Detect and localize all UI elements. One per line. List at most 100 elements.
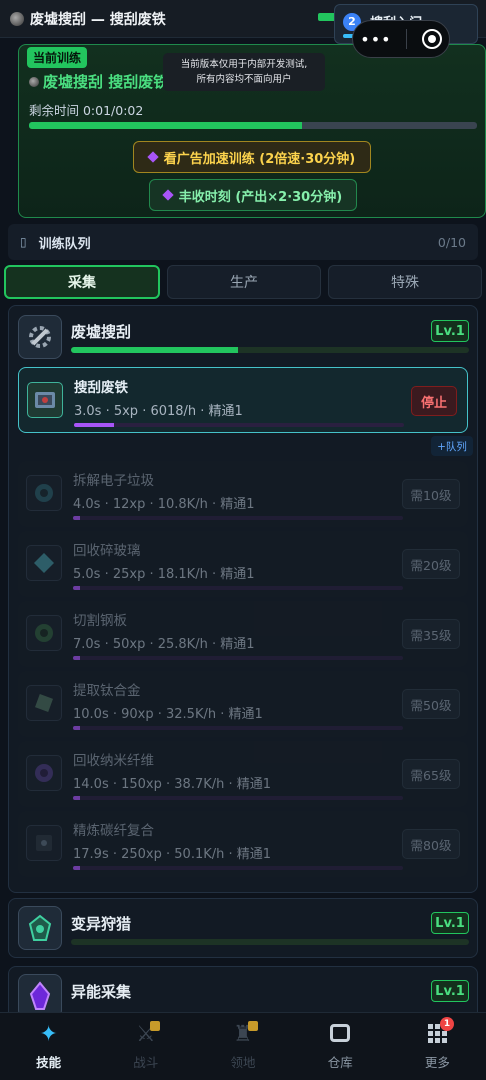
task-stats: 10.0s · 90xp · 32.5K/h · 精通1 bbox=[73, 707, 263, 722]
gem-icon bbox=[147, 151, 159, 163]
titanium-alloy-icon bbox=[26, 685, 62, 721]
tab-special[interactable]: 特殊 bbox=[328, 265, 482, 299]
harvest-time-button[interactable]: 丰收时刻 (产出×2·30分钟) bbox=[149, 179, 357, 211]
skill-xp-bar bbox=[71, 939, 469, 945]
training-queue-bar[interactable]: ▯ 训练队列 0/10 bbox=[8, 224, 478, 260]
sparkle-icon: ✦ bbox=[39, 1022, 58, 1047]
stop-button[interactable]: 停止 bbox=[411, 386, 457, 416]
skill-xp-fill bbox=[71, 347, 239, 353]
storage-icon bbox=[330, 1024, 351, 1042]
more-dots-icon[interactable]: ••• bbox=[360, 30, 391, 49]
skill-name: 异能采集 bbox=[71, 983, 132, 1001]
task-name: 提取钛合金 bbox=[73, 683, 141, 699]
skill-card-mutant-hunt[interactable]: 变异狩猎 Lv.1 bbox=[8, 898, 478, 958]
nav-battle[interactable]: ⚔ 战斗 bbox=[97, 1013, 194, 1080]
bottom-navigation: ✦ 技能 ⚔ 战斗 ♜ 领地 仓库 1 更多 bbox=[0, 1012, 486, 1080]
carbon-fiber-icon bbox=[26, 825, 62, 861]
category-tabs: 采集 生产 特殊 bbox=[4, 265, 482, 299]
tab-produce[interactable]: 生产 bbox=[167, 265, 321, 299]
skill-xp-bar bbox=[71, 347, 469, 353]
skill-name: 变异狩猎 bbox=[71, 915, 132, 933]
task-stats: 3.0s · 5xp · 6018/h · 精通1 bbox=[74, 404, 243, 419]
task-name: 回收纳米纤维 bbox=[73, 753, 154, 769]
task-progress-fill bbox=[73, 656, 80, 660]
task-progress-fill bbox=[73, 866, 80, 870]
nav-skills[interactable]: ✦ 技能 bbox=[0, 1013, 97, 1080]
wrench-gear-icon bbox=[18, 315, 62, 359]
scrap-icon bbox=[10, 11, 24, 26]
lock-icon bbox=[150, 1021, 161, 1031]
skill-level-badge: Lv.1 bbox=[431, 320, 469, 342]
broken-glass-icon bbox=[26, 545, 62, 581]
level-requirement-button[interactable]: 需10级 bbox=[402, 479, 460, 509]
task-name: 精炼碳纤复合 bbox=[73, 823, 154, 839]
steel-plate-icon bbox=[26, 615, 62, 651]
nav-territory[interactable]: ♜ 领地 bbox=[194, 1013, 291, 1080]
task-name: 切割钢板 bbox=[73, 613, 127, 629]
task-progress-bar bbox=[73, 726, 403, 730]
skill-level-badge: Lv.1 bbox=[431, 980, 469, 1002]
task-name: 搜刮废铁 bbox=[74, 380, 128, 396]
queue-label: 训练队列 bbox=[38, 236, 91, 252]
queue-count: 0/10 bbox=[437, 234, 466, 250]
skill-panel-ruins-scavenge: 废墟搜刮 Lv.1 搜刮废铁 3.0s · 5xp · 6018/h · 精通1… bbox=[8, 305, 478, 893]
task-progress-bar bbox=[73, 586, 403, 590]
expand-icon: ▯ bbox=[20, 235, 27, 249]
miniprogram-capsule: ••• bbox=[352, 20, 450, 58]
scrap-iron-icon bbox=[27, 382, 63, 418]
task-card-locked[interactable]: 回收碎玻璃 5.0s · 25xp · 18.1K/h · 精通1 需20级 bbox=[18, 531, 468, 597]
level-requirement-button[interactable]: 需35级 bbox=[402, 619, 460, 649]
dev-notice: 当前版本仅用于内部开发测试, 所有内容均不面向用户 bbox=[163, 53, 325, 91]
task-progress-bar bbox=[73, 656, 403, 660]
task-stats: 7.0s · 50xp · 25.8K/h · 精通1 bbox=[73, 637, 255, 652]
task-progress-bar bbox=[74, 423, 404, 427]
level-requirement-button[interactable]: 需50级 bbox=[402, 689, 460, 719]
task-progress-bar bbox=[73, 866, 403, 870]
task-stats: 5.0s · 25xp · 18.1K/h · 精通1 bbox=[73, 567, 255, 582]
add-to-queue-button[interactable]: +队列 bbox=[431, 436, 473, 456]
task-card-locked[interactable]: 精炼碳纤复合 17.9s · 250xp · 50.1K/h · 精通1 需80… bbox=[18, 811, 468, 877]
task-card-locked[interactable]: 切割钢板 7.0s · 50xp · 25.8K/h · 精通1 需35级 bbox=[18, 601, 468, 667]
task-card-locked[interactable]: 拆解电子垃圾 4.0s · 12xp · 10.8K/h · 精通1 需10级 bbox=[18, 461, 468, 527]
training-name: 废墟搜刮 搜刮废铁 bbox=[29, 71, 168, 92]
task-progress-fill bbox=[74, 423, 114, 427]
task-card-locked[interactable]: 提取钛合金 10.0s · 90xp · 32.5K/h · 精通1 需50级 bbox=[18, 671, 468, 737]
level-requirement-button[interactable]: 需65级 bbox=[402, 759, 460, 789]
tab-gather[interactable]: 采集 bbox=[4, 265, 160, 299]
level-requirement-button[interactable]: 需80级 bbox=[402, 829, 460, 859]
task-name: 拆解电子垃圾 bbox=[73, 473, 154, 489]
task-stats: 4.0s · 12xp · 10.8K/h · 精通1 bbox=[73, 497, 255, 512]
task-progress-fill bbox=[73, 726, 80, 730]
capsule-divider bbox=[406, 29, 408, 49]
current-training-card: 当前训练 废墟搜刮 搜刮废铁 当前版本仅用于内部开发测试, 所有内容均不面向用户… bbox=[18, 44, 486, 218]
remaining-time: 剩余时间 0:01/0:02 bbox=[29, 103, 144, 118]
nav-more[interactable]: 1 更多 bbox=[389, 1013, 486, 1080]
skill-level-badge: Lv.1 bbox=[431, 912, 469, 934]
task-progress-fill bbox=[73, 586, 80, 590]
lock-icon bbox=[247, 1021, 258, 1031]
skill-name: 废墟搜刮 bbox=[71, 323, 132, 341]
level-requirement-button[interactable]: 需20级 bbox=[402, 549, 460, 579]
task-progress-fill bbox=[73, 796, 80, 800]
task-stats: 14.0s · 150xp · 38.7K/h · 精通1 bbox=[73, 777, 272, 792]
claw-icon bbox=[18, 906, 62, 950]
notification-badge: 1 bbox=[440, 1017, 455, 1031]
task-card[interactable]: 搜刮废铁 3.0s · 5xp · 6018/h · 精通1 停止 bbox=[18, 367, 468, 433]
nano-fiber-icon bbox=[26, 755, 62, 791]
electronic-waste-icon bbox=[26, 475, 62, 511]
task-progress-bar bbox=[73, 796, 403, 800]
watch-ad-speedup-button[interactable]: 看广告加速训练 (2倍速·30分钟) bbox=[133, 141, 371, 173]
gem-icon bbox=[162, 189, 174, 201]
task-progress-fill bbox=[73, 516, 80, 520]
close-target-icon[interactable] bbox=[421, 29, 442, 49]
nav-storage[interactable]: 仓库 bbox=[292, 1013, 389, 1080]
task-stats: 17.9s · 250xp · 50.1K/h · 精通1 bbox=[73, 847, 272, 862]
task-progress-bar bbox=[73, 516, 403, 520]
scrap-icon bbox=[29, 77, 39, 87]
training-progress-fill bbox=[29, 122, 303, 129]
task-name: 回收碎玻璃 bbox=[73, 543, 141, 559]
training-badge: 当前训练 bbox=[27, 47, 88, 68]
training-progress-bar bbox=[29, 122, 477, 129]
task-card-locked[interactable]: 回收纳米纤维 14.0s · 150xp · 38.7K/h · 精通1 需65… bbox=[18, 741, 468, 807]
page-title: 废墟搜刮 — 搜刮废铁 bbox=[30, 11, 166, 28]
